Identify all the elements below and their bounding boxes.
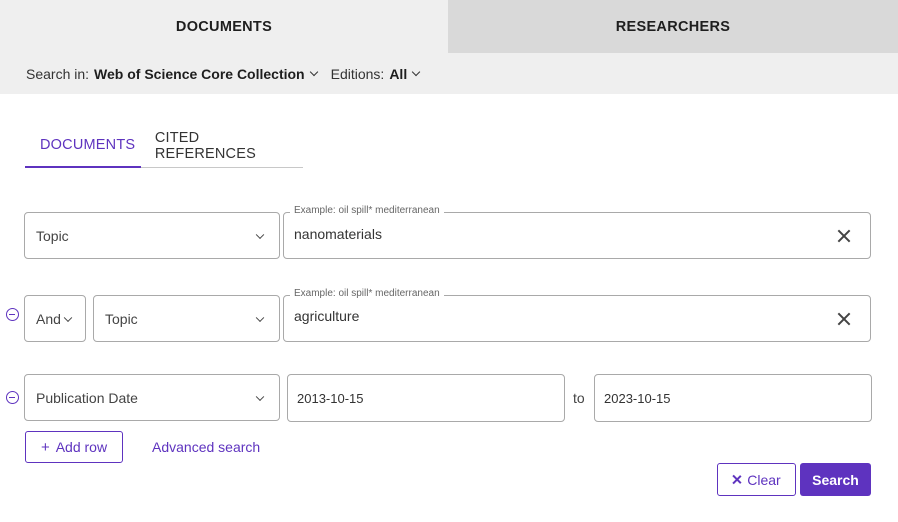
tab-documents-search[interactable]: DOCUMENTS	[25, 124, 141, 168]
remove-row-icon[interactable]	[6, 391, 19, 404]
chevron-down-icon	[255, 392, 265, 401]
chevron-down-icon	[309, 67, 318, 76]
top-tab-bar: DOCUMENTS RESEARCHERS	[0, 0, 898, 53]
plus-icon: +	[40, 438, 50, 456]
close-icon[interactable]	[836, 228, 852, 244]
search-input-placeholder: Example: oil spill* mediterranean	[290, 288, 444, 299]
date-range-to-label: to	[573, 390, 585, 406]
clear-label: Clear	[747, 471, 781, 488]
tab-documents[interactable]: DOCUMENTS	[0, 0, 448, 53]
close-icon[interactable]	[836, 311, 852, 327]
field-select-value: Publication Date	[36, 389, 138, 406]
advanced-search-link[interactable]: Advanced search	[152, 439, 260, 455]
search-input-placeholder: Example: oil spill* mediterranean	[290, 205, 444, 216]
chevron-down-icon	[411, 67, 421, 76]
date-from-input[interactable]: 2013-10-15	[287, 374, 565, 422]
search-input-row-2[interactable]: Example: oil spill* mediterranean agricu…	[283, 288, 871, 342]
date-to-value: 2023-10-15	[604, 390, 671, 406]
chevron-down-icon	[255, 313, 265, 322]
add-row-label: Add row	[55, 439, 108, 455]
search-in-label: Search in:	[26, 65, 90, 82]
search-button[interactable]: Search	[800, 463, 871, 496]
search-label: Search	[812, 471, 859, 488]
tab-cited-references[interactable]: CITED REFERENCES	[141, 124, 303, 168]
collection-value: Web of Science Core Collection	[94, 65, 305, 82]
field-select-value: Topic	[36, 227, 69, 244]
field-select-row-1[interactable]: Topic	[24, 212, 280, 259]
field-select-row-2[interactable]: Topic	[93, 295, 280, 342]
field-select-value: Topic	[105, 310, 138, 327]
chevron-down-icon	[255, 230, 265, 239]
search-input-row-1[interactable]: Example: oil spill* mediterranean nanoma…	[283, 205, 871, 259]
operator-select[interactable]: And	[24, 295, 86, 342]
chevron-down-icon	[63, 313, 73, 322]
date-from-value: 2013-10-15	[297, 390, 364, 406]
clear-button[interactable]: Clear	[717, 463, 796, 496]
search-input-value: nanomaterials	[294, 226, 382, 242]
editions-dropdown[interactable]: All	[389, 65, 421, 82]
search-type-tabs: DOCUMENTS CITED REFERENCES	[25, 124, 303, 168]
add-row-button[interactable]: + Add row	[25, 431, 123, 463]
close-icon	[732, 475, 741, 484]
search-in-bar: Search in: Web of Science Core Collectio…	[0, 53, 898, 94]
date-to-input[interactable]: 2023-10-15	[594, 374, 872, 422]
remove-row-icon[interactable]	[6, 308, 19, 321]
field-select-row-3[interactable]: Publication Date	[24, 374, 280, 421]
editions-value: All	[389, 65, 408, 82]
search-input-value: agriculture	[294, 308, 360, 324]
tab-researchers[interactable]: RESEARCHERS	[448, 0, 898, 53]
operator-value: And	[36, 310, 61, 327]
editions-label: Editions:	[330, 65, 385, 82]
collection-dropdown[interactable]: Web of Science Core Collection	[94, 65, 318, 82]
